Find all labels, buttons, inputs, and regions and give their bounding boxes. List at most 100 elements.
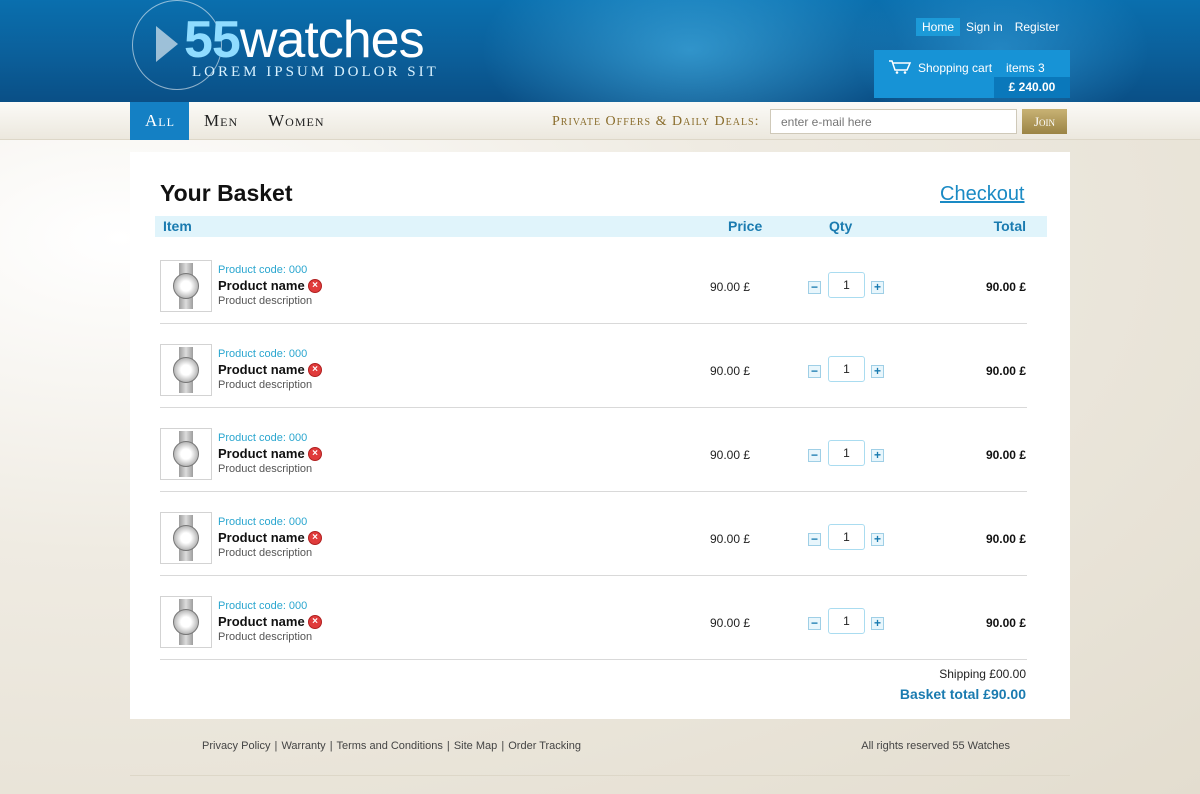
- basket-row: Product code: 000 Product name × Product…: [160, 240, 1027, 324]
- product-name[interactable]: Product name: [218, 530, 305, 545]
- cart-amount: £ 240.00: [994, 77, 1070, 98]
- site-map-link[interactable]: Site Map: [454, 740, 497, 752]
- tab-women[interactable]: Women: [253, 102, 339, 140]
- footer-separator: |: [501, 740, 505, 752]
- site-logo[interactable]: 55watches LOREM IPSUM DOLOR SIT: [132, 0, 472, 100]
- plus-icon[interactable]: +: [871, 281, 884, 294]
- header-qty: Qty: [829, 218, 853, 234]
- header-price: Price: [728, 218, 763, 234]
- category-tabs: All Men Women: [130, 102, 340, 140]
- join-button[interactable]: Join: [1022, 109, 1067, 134]
- product-code: Product code: 000: [218, 600, 308, 612]
- logo-wordmark: 55watches: [184, 10, 425, 70]
- row-total: 90.00 £: [985, 280, 1026, 294]
- footer-separator: |: [329, 740, 333, 752]
- product-price: 90.00 £: [710, 616, 751, 630]
- watch-thumbnail[interactable]: [160, 596, 212, 648]
- plus-icon[interactable]: +: [871, 449, 884, 462]
- watch-thumbnail[interactable]: [160, 512, 212, 564]
- cart-label: Shopping cart: [918, 61, 993, 75]
- product-price: 90.00 £: [710, 280, 751, 294]
- order-tracking-link[interactable]: Order Tracking: [508, 740, 581, 752]
- product-description: Product description: [218, 631, 313, 643]
- product-code: Product code: 000: [218, 516, 308, 528]
- quantity-input[interactable]: [828, 608, 865, 634]
- quantity-input[interactable]: [828, 524, 865, 550]
- site-footer: Privacy Policy | Warranty | Terms and Co…: [130, 720, 1070, 776]
- remove-icon[interactable]: ×: [308, 363, 322, 377]
- logo-word: watches: [239, 11, 425, 69]
- logo-arrow-icon: [156, 26, 178, 62]
- header-glow: [480, 0, 900, 102]
- copyright: All rights reserved 55 Watches: [861, 740, 1010, 752]
- product-name[interactable]: Product name: [218, 362, 305, 377]
- product-price: 90.00 £: [710, 448, 751, 462]
- product-description: Product description: [218, 295, 313, 307]
- basket-row: Product code: 000 Product name × Product…: [160, 408, 1027, 492]
- watch-face: [173, 609, 199, 635]
- basket-total: Basket total £90.00: [899, 686, 1026, 702]
- header-item: Item: [163, 218, 192, 234]
- product-description: Product description: [218, 463, 313, 475]
- quantity-input[interactable]: [828, 272, 865, 298]
- watch-thumbnail[interactable]: [160, 428, 212, 480]
- register-link[interactable]: Register: [1009, 18, 1066, 36]
- minus-icon[interactable]: −: [808, 617, 821, 630]
- sign-in-link[interactable]: Sign in: [960, 18, 1009, 36]
- minus-icon[interactable]: −: [808, 281, 821, 294]
- row-total: 90.00 £: [985, 532, 1026, 546]
- footer-separator: |: [274, 740, 278, 752]
- product-description: Product description: [218, 379, 313, 391]
- remove-icon[interactable]: ×: [308, 279, 322, 293]
- minus-icon[interactable]: −: [808, 365, 821, 378]
- quantity-input[interactable]: [828, 356, 865, 382]
- privacy-policy-link[interactable]: Privacy Policy: [202, 740, 270, 752]
- product-code: Product code: 000: [218, 432, 308, 444]
- tab-all[interactable]: All: [130, 102, 189, 140]
- plus-icon[interactable]: +: [871, 365, 884, 378]
- product-description: Product description: [218, 547, 313, 559]
- logo-number: 55: [184, 11, 241, 69]
- cart-icon: [889, 60, 912, 74]
- email-input[interactable]: [770, 109, 1017, 134]
- product-price: 90.00 £: [710, 532, 751, 546]
- site-header: 55watches LOREM IPSUM DOLOR SIT Home Sig…: [0, 0, 1200, 102]
- watch-thumbnail[interactable]: [160, 344, 212, 396]
- quantity-input[interactable]: [828, 440, 865, 466]
- plus-icon[interactable]: +: [871, 533, 884, 546]
- promo-label: Private Offers & Daily Deals:: [552, 114, 760, 129]
- product-name[interactable]: Product name: [218, 446, 305, 461]
- home-link[interactable]: Home: [916, 18, 961, 36]
- minus-icon[interactable]: −: [808, 449, 821, 462]
- remove-icon[interactable]: ×: [308, 531, 322, 545]
- remove-icon[interactable]: ×: [308, 615, 322, 629]
- terms-link[interactable]: Terms and Conditions: [336, 740, 442, 752]
- category-nav: All Men Women Private Offers & Daily Dea…: [0, 102, 1200, 140]
- product-code: Product code: 000: [218, 264, 308, 276]
- watch-face: [173, 273, 199, 299]
- remove-icon[interactable]: ×: [308, 447, 322, 461]
- header-total: Total: [993, 218, 1026, 234]
- warranty-link[interactable]: Warranty: [281, 740, 325, 752]
- tab-men[interactable]: Men: [189, 102, 253, 140]
- watch-thumbnail[interactable]: [160, 260, 212, 312]
- product-name[interactable]: Product name: [218, 614, 305, 629]
- basket-row: Product code: 000 Product name × Product…: [160, 324, 1027, 408]
- product-code: Product code: 000: [218, 348, 308, 360]
- plus-icon[interactable]: +: [871, 617, 884, 630]
- watch-face: [173, 357, 199, 383]
- cart-items-count: items 3: [1006, 61, 1045, 75]
- logo-tagline: LOREM IPSUM DOLOR SIT: [192, 64, 439, 80]
- row-total: 90.00 £: [985, 448, 1026, 462]
- shipping-cost: Shipping £00.00: [939, 667, 1026, 681]
- watch-face: [173, 441, 199, 467]
- shopping-cart[interactable]: Shopping cart items 3 £ 240.00: [874, 50, 1070, 98]
- product-name[interactable]: Product name: [218, 278, 305, 293]
- footer-separator: |: [446, 740, 450, 752]
- basket-row: Product code: 000 Product name × Product…: [160, 576, 1027, 660]
- page-title: Your Basket: [160, 180, 293, 206]
- product-price: 90.00 £: [710, 364, 751, 378]
- footer-links: Privacy Policy | Warranty | Terms and Co…: [202, 740, 581, 752]
- minus-icon[interactable]: −: [808, 533, 821, 546]
- checkout-link[interactable]: Checkout: [940, 183, 1025, 206]
